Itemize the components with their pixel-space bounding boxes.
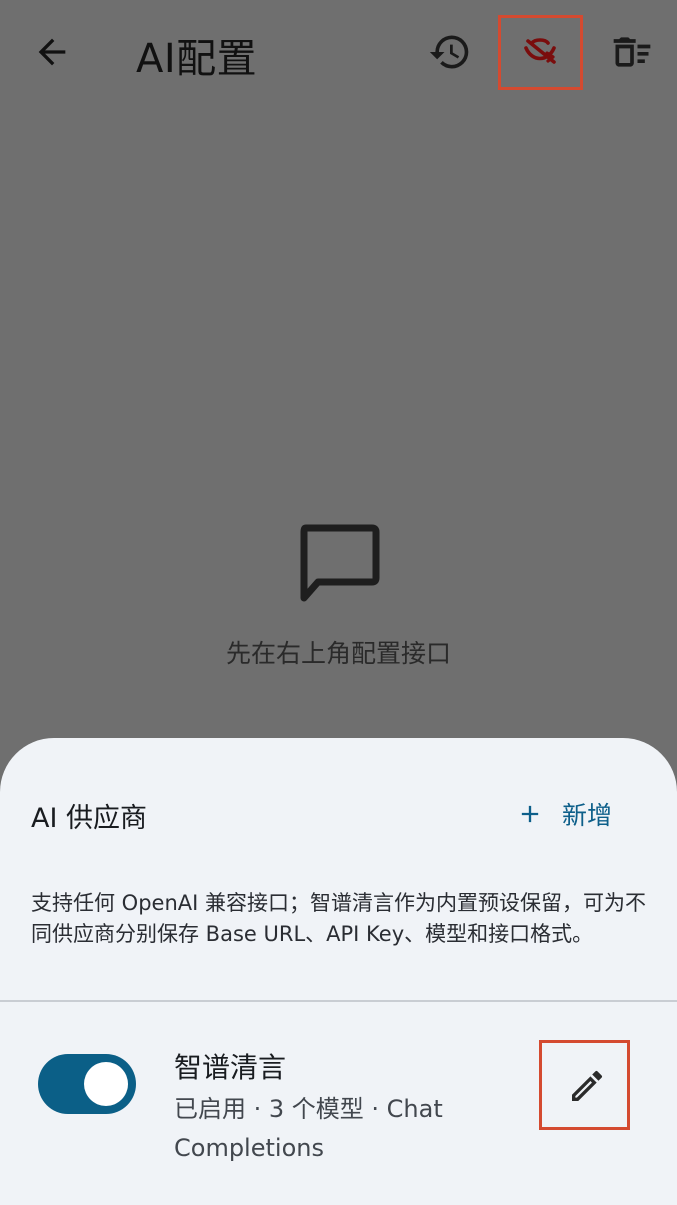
chat-bubble-icon xyxy=(300,524,380,602)
history-icon xyxy=(429,35,469,69)
plus-icon xyxy=(521,805,539,823)
clear-list-icon xyxy=(613,37,651,67)
toggle-knob xyxy=(84,1062,128,1106)
provider-meta: 已启用 · 3 个模型 · Chat Completions xyxy=(174,1095,443,1162)
history-button[interactable] xyxy=(418,20,482,84)
app-bar: AI配置 xyxy=(0,0,677,104)
page-title: AI配置 xyxy=(136,36,258,82)
provider-bottom-sheet: AI 供应商 新增 支持任何 OpenAI 兼容接口；智谱清言作为内置预设保留，… xyxy=(0,738,677,1205)
back-arrow-icon xyxy=(38,38,66,66)
provider-name: 智谱清言 xyxy=(174,1051,287,1084)
add-provider-button[interactable]: 新增 xyxy=(516,792,612,836)
clear-history-button[interactable] xyxy=(600,20,664,84)
back-button[interactable] xyxy=(20,20,84,84)
empty-state-text: 先在右上角配置接口 xyxy=(225,639,451,668)
provider-enable-toggle[interactable] xyxy=(38,1054,136,1114)
add-provider-label: 新增 xyxy=(562,801,613,830)
divider xyxy=(0,1000,677,1002)
edit-button-highlight xyxy=(539,1040,630,1130)
hide-button-highlight xyxy=(498,15,583,90)
sheet-description: 支持任何 OpenAI 兼容接口；智谱清言作为内置预设保留，可为不同供应商分别保… xyxy=(31,891,646,946)
sheet-title: AI 供应商 xyxy=(31,803,148,834)
